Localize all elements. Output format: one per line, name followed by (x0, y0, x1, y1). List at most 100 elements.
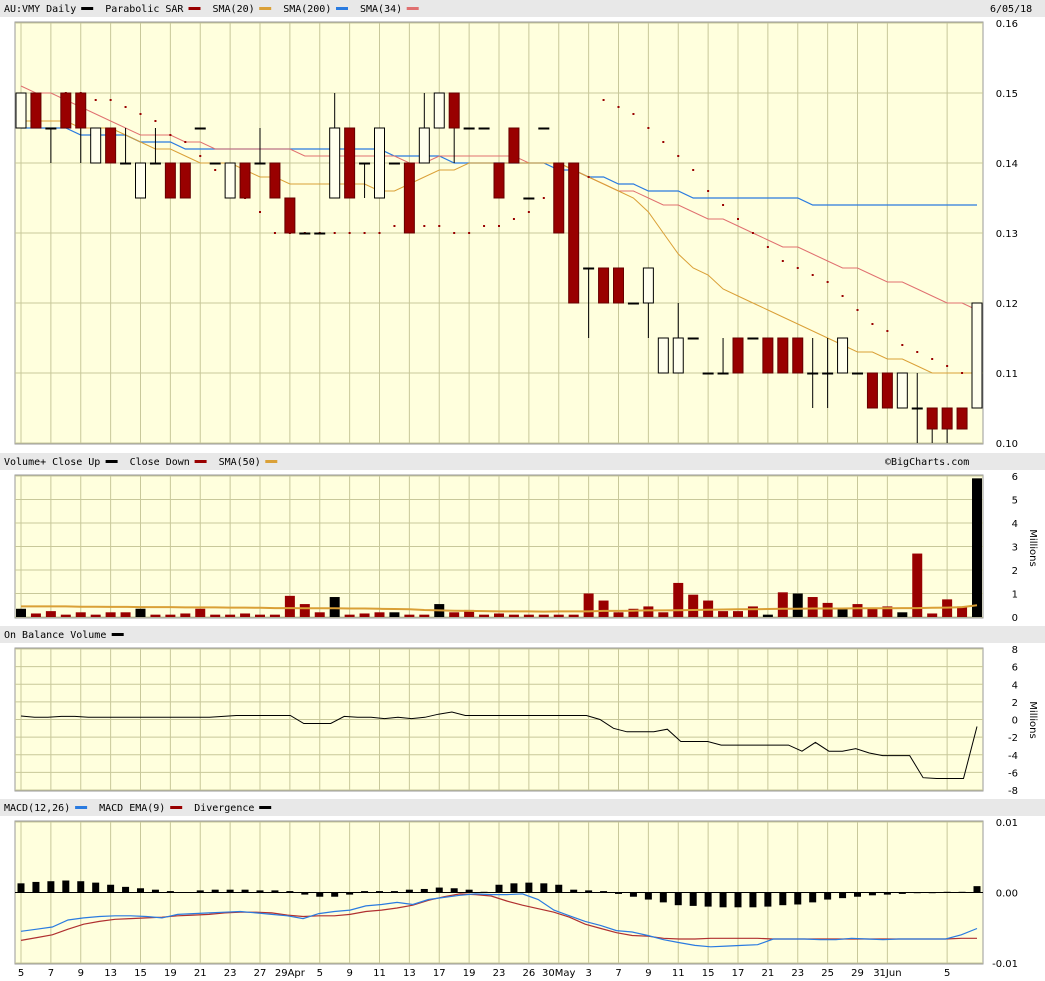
sar-dot-40 (617, 106, 620, 108)
sar-dot-43 (662, 141, 665, 143)
volume-ytick-0: 6 (1012, 472, 1018, 483)
volume-ytick-6: 0 (1012, 613, 1018, 624)
obv-legend-swatch-0 (111, 633, 124, 636)
volume-bar-6 (105, 612, 116, 617)
candle-body-29 (448, 92, 460, 129)
volume-ytick-3: 3 (1012, 543, 1018, 554)
sar-dot-21 (333, 232, 336, 234)
volume-legend-swatch-2 (265, 460, 278, 463)
macd-div-bar-20 (316, 892, 324, 897)
candle-body-57 (866, 372, 878, 409)
price-y-axis: 0.16 0.15 0.14 0.13 0.12 0.11 0.10 (996, 19, 1018, 450)
macd-ytick-1: 0.00 (996, 889, 1018, 900)
x-label-0: 5 (18, 968, 24, 979)
candle-body-2 (45, 127, 57, 130)
x-label-16: 23 (493, 968, 506, 979)
macd-div-bar-13 (211, 889, 219, 893)
candle-body-61 (926, 407, 938, 430)
volume-bar-61 (927, 613, 938, 617)
macd-ytick-0: 0.01 (996, 818, 1018, 829)
obv-legend: On Balance Volume (4, 630, 124, 641)
x-label-20: 7 (615, 968, 621, 979)
candle-body-35 (538, 127, 550, 130)
candle-body-28 (433, 92, 445, 129)
volume-y-axis: 6 5 4 3 2 1 0 (1012, 472, 1018, 624)
candle-body-14 (224, 162, 236, 199)
x-label-25: 21 (762, 968, 775, 979)
candle-body-11 (179, 162, 191, 199)
volume-bar-0 (16, 608, 26, 617)
volume-bar-53 (807, 597, 818, 617)
macd-div-bar-61 (928, 892, 936, 894)
obv-ytick-6: -4 (1008, 751, 1018, 762)
macd-legend-label-2: Divergence (194, 803, 254, 814)
volume-bar-45 (688, 594, 699, 617)
volume-bar-13 (210, 614, 221, 617)
volume-bar-1 (30, 613, 41, 617)
volume-bar-34 (523, 614, 534, 617)
price-legend-label-4: SMA(34) (360, 4, 402, 15)
sar-dot-27 (423, 225, 426, 227)
volume-bar-29 (449, 612, 460, 617)
volume-bar-51 (777, 592, 788, 617)
sar-dot-62 (946, 365, 949, 367)
candle-body-37 (568, 162, 580, 304)
sar-dot-50 (766, 246, 769, 248)
sar-dot-35 (542, 197, 545, 199)
candle-body-36 (553, 162, 565, 234)
volume-bar-11 (180, 613, 191, 617)
volume-bar-64 (972, 478, 982, 617)
volume-bar-9 (150, 614, 161, 617)
x-label-23: 15 (702, 968, 715, 979)
candle-body-51 (777, 337, 789, 374)
macd-div-bar-42 (644, 892, 652, 900)
macd-legend-label-0: MACD(12,26) (4, 803, 70, 814)
candle-body-5 (90, 127, 102, 164)
candle-body-30 (463, 127, 475, 130)
candle-body-44 (672, 337, 684, 374)
macd-div-bar-16 (256, 890, 264, 893)
x-label-14: 17 (433, 968, 446, 979)
volume-bar-18 (284, 595, 295, 617)
x-label-10: 5 (317, 968, 323, 979)
volume-bar-27 (419, 614, 430, 617)
macd-div-bar-52 (794, 892, 802, 905)
sar-dot-59 (901, 344, 904, 346)
macd-div-bar-41 (629, 892, 637, 897)
macd-div-bar-36 (555, 884, 563, 893)
volume-bar-55 (837, 608, 848, 617)
x-label-26: 23 (791, 968, 804, 979)
macd-div-bar-18 (286, 891, 294, 893)
macd-div-bar-40 (615, 892, 622, 894)
price-legend-swatch-0 (81, 7, 94, 10)
candle-body-64 (971, 302, 983, 409)
macd-div-bar-60 (913, 892, 921, 894)
candle-body-26 (403, 162, 415, 234)
obv-y-axis: 8 6 4 2 0 -2 -4 -6 -8 (1008, 645, 1018, 797)
volume-bar-12 (195, 608, 206, 617)
candle-body-16 (254, 162, 266, 165)
sar-dot-30 (468, 232, 471, 234)
x-label-12: 11 (373, 968, 386, 979)
volume-bar-38 (583, 593, 594, 617)
x-label-5: 19 (164, 968, 177, 979)
candle-body-43 (657, 337, 669, 374)
macd-div-bar-12 (196, 890, 204, 893)
x-label-7: 23 (224, 968, 237, 979)
price-ytick-3: 0.13 (996, 229, 1018, 240)
candle-body-40 (613, 267, 624, 304)
macd-div-bar-35 (540, 883, 548, 893)
volume-bar-40 (613, 612, 624, 617)
obv-ytick-0: 8 (1012, 645, 1018, 656)
candle-body-25 (388, 162, 400, 165)
price-legend-label-2: SMA(20) (213, 4, 255, 15)
candle-body-23 (359, 162, 371, 165)
macd-div-bar-11 (181, 892, 189, 893)
sar-dot-53 (811, 274, 814, 276)
candle-body-7 (120, 162, 132, 165)
candle-body-56 (852, 372, 863, 375)
macd-div-bar-46 (704, 892, 712, 907)
volume-bar-36 (553, 614, 564, 617)
candle-body-38 (583, 267, 595, 270)
volume-bar-47 (718, 611, 729, 617)
